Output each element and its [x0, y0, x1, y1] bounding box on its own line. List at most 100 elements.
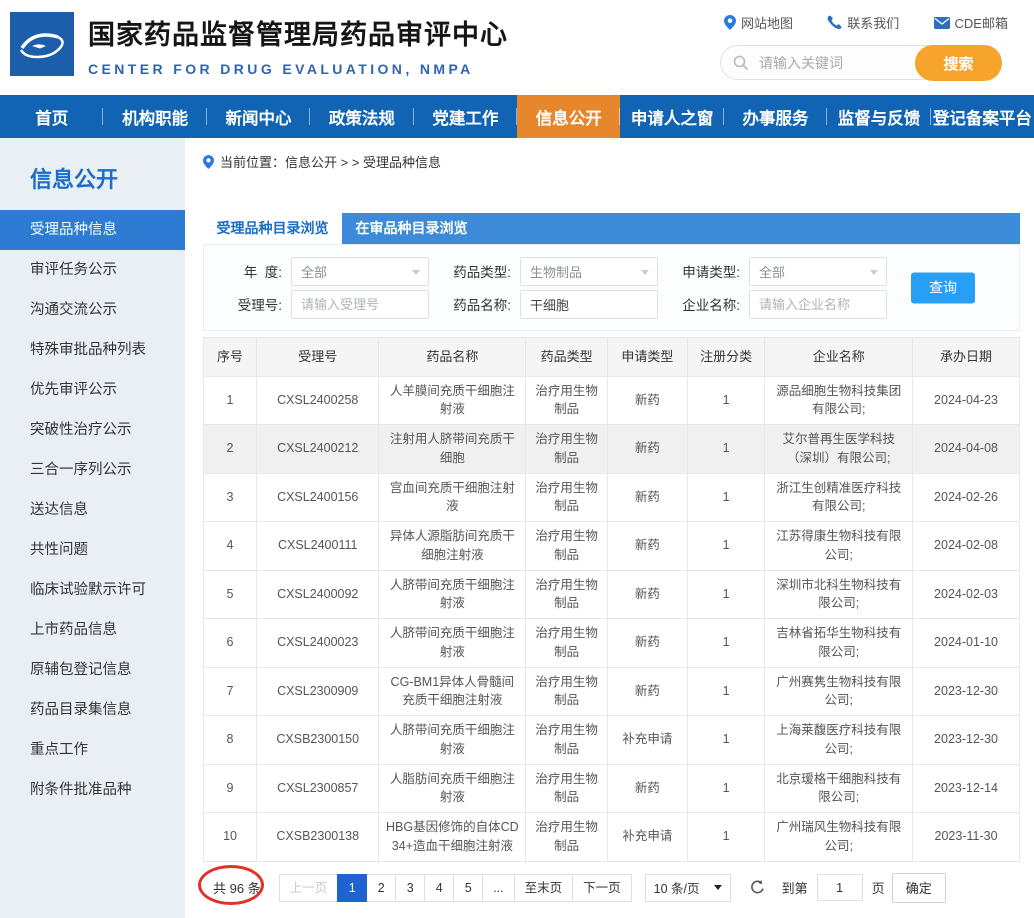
table-cell: 2024-04-23 — [913, 376, 1020, 425]
table-cell: 6 — [204, 619, 257, 668]
table-cell: 治疗用生物制品 — [526, 522, 608, 571]
table-row[interactable]: 9CXSL2300857人脂肪间充质干细胞注射液治疗用生物制品新药1北京瑷格干细… — [204, 764, 1020, 813]
table-row[interactable]: 5CXSL2400092人脐带间充质干细胞注射液治疗用生物制品新药1深圳市北科生… — [204, 570, 1020, 619]
table-cell: CXSL2400023 — [257, 619, 379, 668]
tab-accepted-catalog[interactable]: 受理品种目录浏览 — [203, 213, 342, 244]
pager-prev-button[interactable]: 上一页 — [279, 874, 339, 902]
table-row[interactable]: 1CXSL2400258人羊膜间充质干细胞注射液治疗用生物制品新药1源品细胞生物… — [204, 376, 1020, 425]
table-cell: 2024-02-26 — [913, 473, 1020, 522]
table-cell: 1 — [687, 473, 765, 522]
drug-name-label: 药品名称: — [447, 294, 511, 314]
apply-type-select[interactable]: 全部 — [749, 257, 887, 286]
search-input[interactable] — [757, 47, 927, 78]
pager-page-button[interactable]: 3 — [395, 874, 425, 902]
cde-mail-link[interactable]: CDE邮箱 — [934, 13, 1008, 32]
sidebar-item[interactable]: 共性问题 — [0, 530, 185, 570]
chevron-down-icon — [870, 270, 878, 275]
receipt-no-input[interactable] — [291, 290, 429, 319]
table-cell: 广州瑞风生物科技有限公司; — [765, 813, 913, 862]
table-cell: CXSL2300857 — [257, 764, 379, 813]
filter-row-1: 年 度: 全部 药品类型: 生物制品 申请 — [218, 256, 1019, 286]
table-header-cell: 药品类型 — [526, 338, 608, 377]
pager-ellipsis[interactable]: ... — [482, 874, 514, 902]
nav-item[interactable]: 监督与反馈 — [827, 95, 930, 138]
content: 信息公开 受理品种信息审评任务公示沟通交流公示特殊审批品种列表优先审评公示突破性… — [0, 138, 1034, 918]
sidebar-item[interactable]: 原辅包登记信息 — [0, 650, 185, 690]
table-row[interactable]: 8CXSB2300150人脐带间充质干细胞注射液治疗用生物制品补充申请1上海莱馥… — [204, 716, 1020, 765]
nav-item[interactable]: 政策法规 — [310, 95, 413, 138]
table-row[interactable]: 6CXSL2400023人脐带间充质干细胞注射液治疗用生物制品新药1吉林省拓华生… — [204, 619, 1020, 668]
confirm-button[interactable]: 确定 — [892, 873, 946, 903]
drug-name-input[interactable] — [520, 290, 658, 319]
sidebar-item[interactable]: 突破性治疗公示 — [0, 410, 185, 450]
receipt-no-label: 受理号: — [218, 294, 282, 314]
tab-under-review-catalog[interactable]: 在审品种目录浏览 — [342, 213, 481, 244]
nav-item[interactable]: 信息公开 — [517, 95, 620, 138]
pager-page-button[interactable]: 4 — [424, 874, 454, 902]
tab-bar: 受理品种目录浏览 在审品种目录浏览 — [203, 213, 1020, 244]
sidebar-item[interactable]: 重点工作 — [0, 730, 185, 770]
contact-link[interactable]: 联系我们 — [827, 13, 899, 32]
nav-item[interactable]: 党建工作 — [414, 95, 517, 138]
table-row[interactable]: 7CXSL2300909CG-BM1异体人骨髓间充质干细胞注射液治疗用生物制品新… — [204, 667, 1020, 716]
table-cell: 治疗用生物制品 — [526, 716, 608, 765]
table-cell: 1 — [687, 425, 765, 474]
sitemap-link[interactable]: 网站地图 — [724, 13, 793, 32]
table-cell: 1 — [687, 813, 765, 862]
nav-item[interactable]: 登记备案平台 — [931, 95, 1034, 138]
sidebar-item[interactable]: 审评任务公示 — [0, 250, 185, 290]
search-button[interactable]: 搜索 — [915, 45, 1002, 81]
pager-last-button[interactable]: 至末页 — [514, 874, 574, 902]
nav-item[interactable]: 新闻中心 — [207, 95, 310, 138]
sidebar-item[interactable]: 上市药品信息 — [0, 610, 185, 650]
company-name-field: 企业名称: — [676, 290, 905, 319]
table-header-cell: 受理号 — [257, 338, 379, 377]
table-header-cell: 序号 — [204, 338, 257, 377]
table-cell: 人脐带间充质干细胞注射液 — [379, 716, 526, 765]
refresh-icon[interactable] — [749, 879, 766, 896]
pager-page-button[interactable]: 1 — [337, 874, 367, 902]
nav-item[interactable]: 首页 — [0, 95, 103, 138]
chevron-down-icon — [641, 270, 649, 275]
table-header-cell: 药品名称 — [379, 338, 526, 377]
sidebar-item[interactable]: 三合一序列公示 — [0, 450, 185, 490]
drug-type-select[interactable]: 生物制品 — [520, 257, 658, 286]
query-button[interactable]: 查询 — [911, 272, 975, 303]
page-size-select[interactable]: 10 条/页 — [645, 874, 731, 902]
site-header: 国家药品监督管理局药品审评中心 CENTER FOR DRUG EVALUATI… — [0, 0, 1034, 95]
pager-next-button[interactable]: 下一页 — [572, 874, 632, 902]
sidebar-item[interactable]: 优先审评公示 — [0, 370, 185, 410]
pager-strip: 上一页12345...至末页下一页 — [279, 874, 631, 902]
table-row[interactable]: 3CXSL2400156宫血间充质干细胞注射液治疗用生物制品新药1浙江生创精准医… — [204, 473, 1020, 522]
table-cell: 吉林省拓华生物科技有限公司; — [765, 619, 913, 668]
nav-item[interactable]: 办事服务 — [724, 95, 827, 138]
goto-page-input[interactable] — [817, 874, 863, 901]
table-cell: 治疗用生物制品 — [526, 619, 608, 668]
table-row[interactable]: 4CXSL2400111异体人源脂肪间充质干细胞注射液治疗用生物制品新药1江苏得… — [204, 522, 1020, 571]
sidebar-item[interactable]: 受理品种信息 — [0, 210, 185, 250]
main-nav: 首页机构职能新闻中心政策法规党建工作信息公开申请人之窗办事服务监督与反馈登记备案… — [0, 95, 1034, 138]
nav-item[interactable]: 申请人之窗 — [620, 95, 723, 138]
nav-item[interactable]: 机构职能 — [103, 95, 206, 138]
sidebar-item[interactable]: 附条件批准品种 — [0, 770, 185, 810]
table-cell: 2023-12-14 — [913, 764, 1020, 813]
pager-page-button[interactable]: 5 — [453, 874, 483, 902]
pager-page-button[interactable]: 2 — [366, 874, 396, 902]
cde-logo[interactable] — [10, 12, 74, 76]
table-cell: 治疗用生物制品 — [526, 667, 608, 716]
table-cell: 治疗用生物制品 — [526, 425, 608, 474]
table-cell: 2024-02-03 — [913, 570, 1020, 619]
sidebar-item[interactable]: 临床试验默示许可 — [0, 570, 185, 610]
phone-icon — [827, 15, 842, 30]
company-name-input[interactable] — [749, 290, 887, 319]
year-select[interactable]: 全部 — [291, 257, 429, 286]
table-cell: 1 — [687, 764, 765, 813]
sidebar-item[interactable]: 特殊审批品种列表 — [0, 330, 185, 370]
table-cell: 5 — [204, 570, 257, 619]
table-row[interactable]: 10CXSB2300138HBG基因修饰的自体CD34+造血干细胞注射液治疗用生… — [204, 813, 1020, 862]
table-cell: 北京瑷格干细胞科技有限公司; — [765, 764, 913, 813]
table-row[interactable]: 2CXSL2400212注射用人脐带间充质干细胞治疗用生物制品新药1艾尔普再生医… — [204, 425, 1020, 474]
sidebar-item[interactable]: 药品目录集信息 — [0, 690, 185, 730]
sidebar-item[interactable]: 沟通交流公示 — [0, 290, 185, 330]
sidebar-item[interactable]: 送达信息 — [0, 490, 185, 530]
